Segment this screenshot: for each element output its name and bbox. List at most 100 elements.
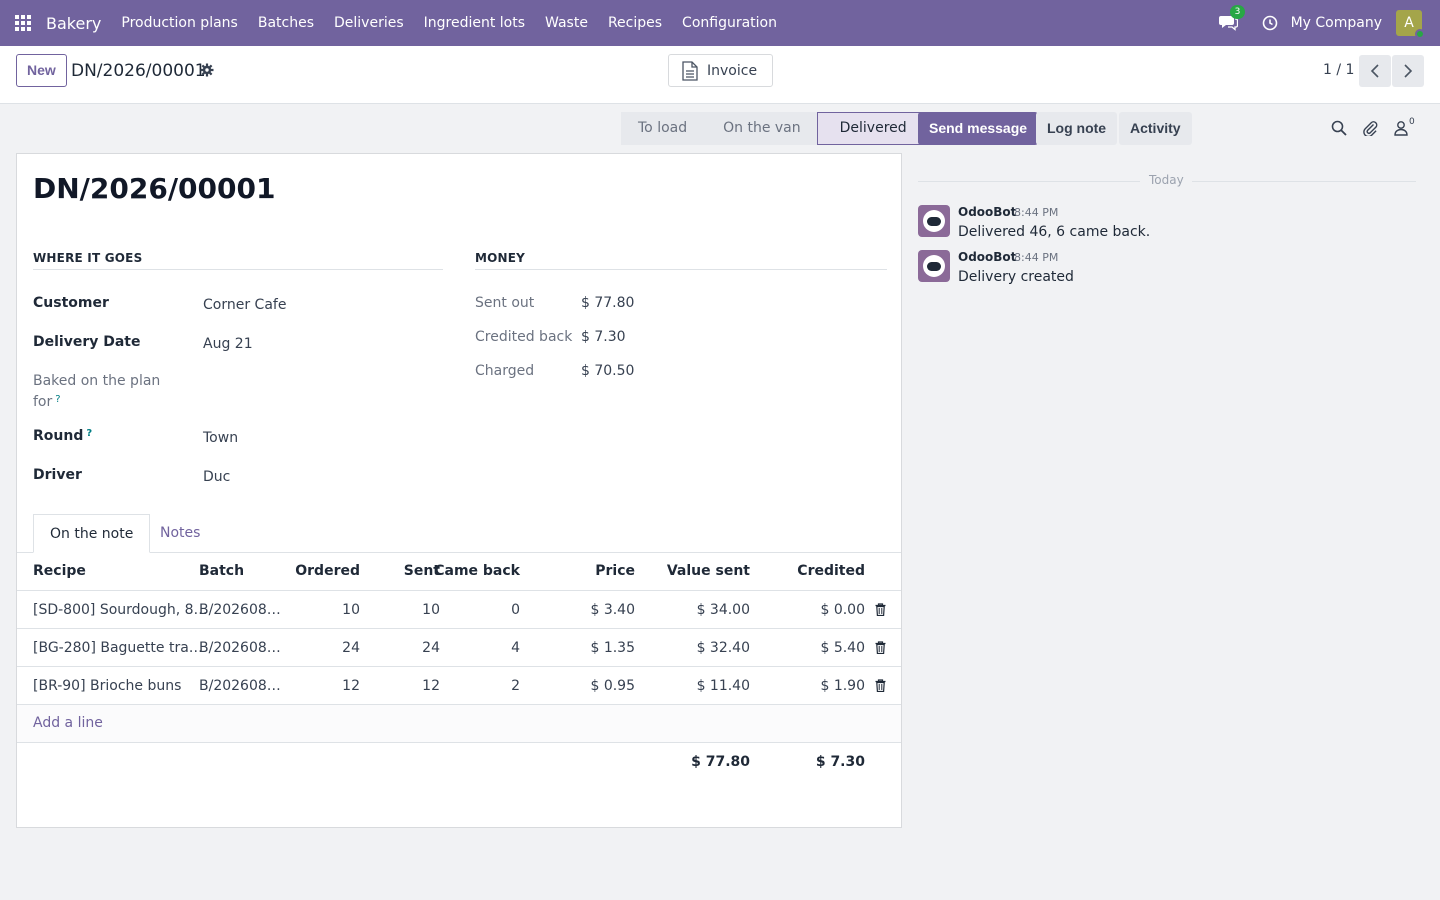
menu-configuration[interactable]: Configuration [672,0,787,46]
pager-next-button[interactable] [1392,55,1424,87]
delivery-date-label: Delivery Date [33,334,141,350]
round-field[interactable]: Town [203,430,238,446]
app-grid-icon[interactable] [0,0,46,46]
table-row[interactable]: [BR-90] Brioche buns B/202608… 12 12 2 $… [17,667,901,705]
trash-icon[interactable] [875,603,886,616]
table-row[interactable]: [SD-800] Sourdough, 8… B/202608… 10 10 0… [17,591,901,629]
cell-value-sent: $ 11.40 [696,678,750,694]
activity-button[interactable]: Activity [1119,112,1192,145]
status-bar: To load On the van Delivered [621,112,924,145]
trash-icon[interactable] [875,679,886,692]
cell-came-back: 2 [511,678,520,694]
record-title: DN/2026/00001 [33,172,276,205]
follower-user-icon[interactable] [1393,120,1409,136]
table-row[interactable]: [BG-280] Baguette tra… B/202608… 24 24 4… [17,629,901,667]
customer-label: Customer [33,295,109,311]
cell-price: $ 3.40 [590,602,635,618]
menu-recipes[interactable]: Recipes [598,0,672,46]
separator-line-left [918,181,1140,182]
chevron-right-icon [1404,64,1413,78]
search-icon[interactable] [1331,120,1347,136]
company-switcher[interactable]: My Company [1291,15,1382,31]
stage-to-load[interactable]: To load [621,112,704,145]
col-came-back[interactable]: Came back [434,563,520,579]
cell-recipe: [BG-280] Baguette tra… [33,640,203,656]
document-icon [682,60,698,81]
customer-field[interactable]: Corner Cafe [203,297,286,313]
trash-icon[interactable] [875,641,886,654]
add-line-row: Add a line [17,705,901,743]
cell-ordered: 24 [342,640,360,656]
cell-came-back: 4 [511,640,520,656]
menu-production-plans[interactable]: Production plans [111,0,247,46]
message-time: 8:44 PM [1014,251,1059,264]
log-note-button[interactable]: Log note [1036,112,1118,145]
col-ordered[interactable]: Ordered [295,563,360,579]
total-value-sent: $ 77.80 [691,754,750,770]
menu-waste[interactable]: Waste [535,0,598,46]
sent-out-label: Sent out [475,295,535,311]
message-author[interactable]: OdooBot [958,205,1016,219]
menu-ingredient-lots[interactable]: Ingredient lots [414,0,535,46]
cell-batch: B/202608… [199,640,281,656]
invoice-label: Invoice [707,62,758,79]
activity-clock-icon[interactable] [1262,15,1278,31]
app-brand[interactable]: Bakery [46,14,101,33]
menu-batches[interactable]: Batches [248,0,324,46]
round-help-icon[interactable]: ? [86,428,92,439]
cell-ordered: 10 [342,602,360,618]
invoice-button[interactable]: Invoice [668,54,773,87]
cell-recipe: [SD-800] Sourdough, 8… [33,602,208,618]
col-value-sent[interactable]: Value sent [667,563,750,579]
avatar-initial: A [1404,15,1414,31]
stage-delivered[interactable]: Delivered [816,112,924,145]
charged-label: Charged [475,363,535,379]
cell-price: $ 0.95 [590,678,635,694]
messages-badge: 3 [1229,5,1246,19]
menu-deliveries[interactable]: Deliveries [324,0,414,46]
cell-credited: $ 5.40 [820,640,865,656]
message-time: 8:44 PM [1014,206,1059,219]
control-panel: New DN/2026/00001 Invoice 1 / 1 [0,46,1440,104]
plan-label-text: for [33,394,53,410]
chevron-left-icon [1370,64,1379,78]
cell-recipe: [BR-90] Brioche buns [33,678,182,694]
online-status-dot [1415,29,1425,39]
send-message-button[interactable]: Send message [918,112,1039,145]
notebook-tabs: On the note Notes [17,514,901,553]
new-button[interactable]: New [16,54,67,87]
message-author[interactable]: OdooBot [958,250,1016,264]
col-credited[interactable]: Credited [797,563,865,579]
separator-line-right [1192,181,1416,182]
messages-icon[interactable]: 3 [1218,5,1246,34]
add-a-line-link[interactable]: Add a line [33,715,103,731]
group-where-it-goes: WHERE IT GOES [33,251,443,270]
user-avatar[interactable]: A [1396,10,1425,39]
col-price[interactable]: Price [595,563,635,579]
plan-help-icon[interactable]: ? [55,394,60,405]
driver-label: Driver [33,467,82,483]
message-body: Delivered 46, 6 came back. [958,224,1151,240]
odoobot-avatar[interactable] [918,250,950,282]
stage-on-the-van[interactable]: On the van [703,112,817,145]
driver-field[interactable]: Duc [203,469,230,485]
today-label: Today [1149,173,1184,187]
cell-sent: 24 [422,640,440,656]
tab-notes[interactable]: Notes [144,514,216,553]
pager-value[interactable]: 1 / 1 [1323,62,1354,78]
col-recipe[interactable]: Recipe [33,563,86,579]
pager-previous-button[interactable] [1359,55,1391,87]
credited-back-label: Credited back [475,329,573,345]
table-header: Recipe Batch Ordered Sent Came back Pric… [17,553,901,591]
delivery-date-field[interactable]: Aug 21 [203,336,253,352]
gear-icon[interactable] [200,63,214,77]
odoobot-avatar[interactable] [918,205,950,237]
paperclip-icon[interactable] [1362,120,1378,136]
cell-sent: 10 [422,602,440,618]
cell-value-sent: $ 32.40 [696,640,750,656]
col-batch[interactable]: Batch [199,563,244,579]
cell-price: $ 1.35 [590,640,635,656]
cell-batch: B/202608… [199,678,281,694]
cell-credited: $ 0.00 [820,602,865,618]
tab-on-the-note[interactable]: On the note [33,514,151,553]
